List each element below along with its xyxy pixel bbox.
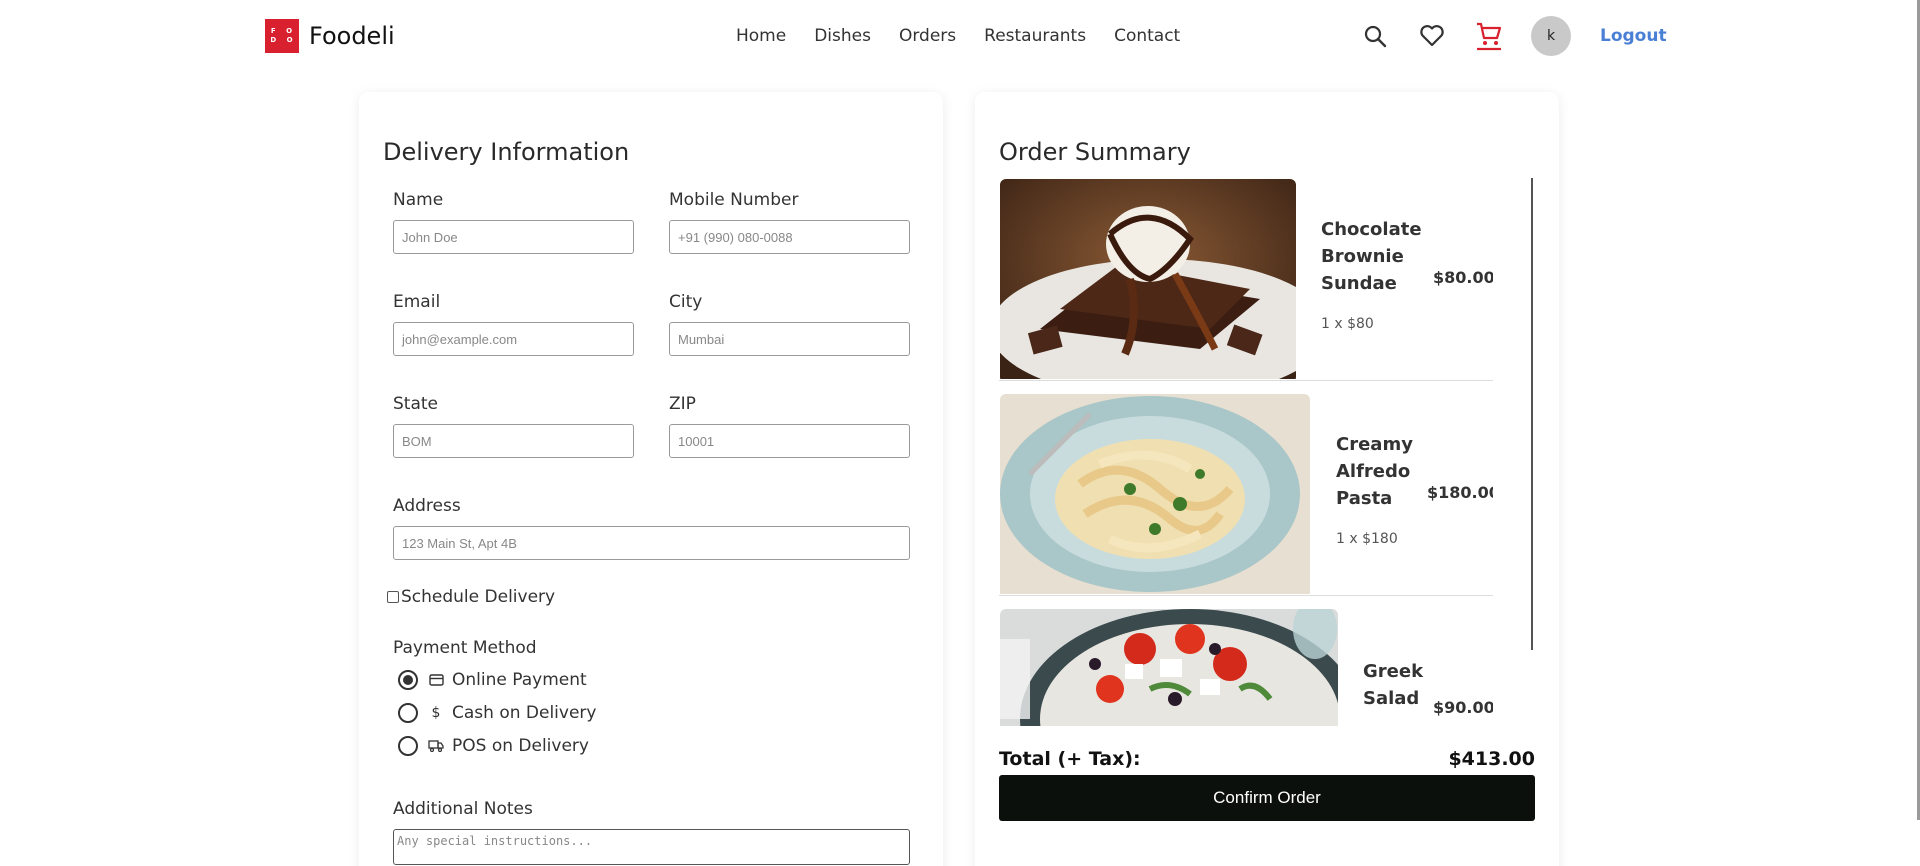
wishlist-button[interactable] (1417, 16, 1447, 56)
nav-link-orders[interactable]: Orders (899, 26, 956, 46)
order-summary-card: Order Summary Chocolate Brownie Sundae 1… (975, 92, 1559, 866)
logo-mark-icon: F OD O (265, 19, 299, 53)
card-icon (428, 672, 444, 688)
checkout-page: F OD O Foodeli Home Dishes Orders Restau… (0, 0, 1920, 866)
cart-button[interactable] (1474, 16, 1504, 56)
city-label: City (669, 292, 703, 312)
nav-links: Home Dishes Orders Restaurants Contact (736, 26, 1208, 46)
delivery-title: Delivery Information (383, 138, 630, 166)
confirm-order-button[interactable]: Confirm Order (999, 775, 1535, 821)
truck-icon (428, 738, 444, 754)
mobile-input[interactable]: +91 (990) 080-0088 (669, 220, 910, 254)
user-avatar[interactable]: k (1531, 16, 1571, 56)
order-item: Creamy Alfredo Pasta 1 x $180 $180.00 (999, 393, 1493, 596)
item-quantity: 1 x $80 (1321, 316, 1374, 332)
nav-link-restaurants[interactable]: Restaurants (984, 26, 1086, 46)
order-item: Chocolate Brownie Sundae 1 x $80 $80.00 (999, 178, 1493, 383)
state-label: State (393, 394, 438, 414)
radio-online[interactable] (398, 670, 418, 690)
payment-option-cash[interactable]: $ Cash on Delivery (398, 703, 596, 723)
nav-actions: k Logout (1360, 16, 1667, 56)
name-label: Name (393, 190, 444, 210)
total-row: Total (+ Tax): $413.00 (999, 748, 1535, 770)
email-label: Email (393, 292, 441, 312)
order-items-scrollbar[interactable] (1531, 178, 1533, 650)
brand-logo[interactable]: F OD O Foodeli (265, 19, 395, 53)
navbar: F OD O Foodeli Home Dishes Orders Restau… (0, 0, 1920, 74)
greek-salad-image (1000, 609, 1338, 726)
order-items-list[interactable]: Chocolate Brownie Sundae 1 x $80 $80.00 (999, 178, 1493, 726)
radio-selected-dot (403, 675, 413, 685)
city-input[interactable]: Mumbai (669, 322, 910, 356)
email-input[interactable]: john@example.com (393, 322, 634, 356)
payment-pos-label: POS on Delivery (452, 736, 589, 756)
radio-pos[interactable] (398, 736, 418, 756)
item-price: $80.00 (1433, 268, 1493, 287)
zip-input[interactable]: 10001 (669, 424, 910, 458)
payment-method-label: Payment Method (393, 638, 537, 658)
item-name: Chocolate Brownie Sundae (1321, 219, 1422, 294)
nav-link-dishes[interactable]: Dishes (814, 26, 871, 46)
item-quantity: 1 x $180 (1336, 531, 1398, 547)
delivery-card: Delivery Information Name John Doe Mobil… (359, 92, 943, 866)
total-value: $413.00 (1448, 748, 1535, 770)
total-label: Total (+ Tax): (999, 748, 1141, 770)
nav-link-contact[interactable]: Contact (1114, 26, 1180, 46)
order-summary-title: Order Summary (999, 138, 1191, 166)
cart-icon (1477, 22, 1502, 51)
brownie-sundae-image (1000, 179, 1296, 383)
mobile-label: Mobile Number (669, 190, 799, 210)
payment-cash-label: Cash on Delivery (452, 703, 597, 723)
radio-cash[interactable] (398, 703, 418, 723)
state-input[interactable]: BOM (393, 424, 634, 458)
notes-label: Additional Notes (393, 799, 533, 819)
alfredo-pasta-image (1000, 394, 1310, 598)
search-button[interactable] (1360, 16, 1390, 56)
address-input[interactable]: 123 Main St, Apt 4B (393, 526, 910, 560)
payment-option-online[interactable]: Online Payment (398, 670, 587, 690)
schedule-delivery-checkbox[interactable] (387, 591, 399, 603)
item-name: Greek Salad (1363, 661, 1424, 709)
zip-label: ZIP (669, 394, 696, 414)
item-name: Creamy Alfredo Pasta (1336, 434, 1413, 509)
item-price: $180.00 (1427, 483, 1493, 502)
dollar-icon: $ (431, 705, 441, 721)
name-input[interactable]: John Doe (393, 220, 634, 254)
schedule-delivery-label: Schedule Delivery (401, 587, 556, 607)
search-icon (1364, 25, 1387, 48)
schedule-delivery-row[interactable]: Schedule Delivery (387, 587, 555, 607)
notes-textarea[interactable]: Any special instructions... (393, 829, 910, 865)
heart-icon (1420, 25, 1444, 47)
address-label: Address (393, 496, 461, 516)
payment-option-pos[interactable]: POS on Delivery (398, 736, 589, 756)
brand-name: Foodeli (309, 22, 395, 50)
item-price: $90.00 (1433, 698, 1493, 717)
order-item: Greek Salad $90.00 (999, 608, 1493, 726)
nav-link-home[interactable]: Home (736, 26, 786, 46)
logout-link[interactable]: Logout (1600, 26, 1667, 46)
payment-online-label: Online Payment (452, 670, 587, 690)
